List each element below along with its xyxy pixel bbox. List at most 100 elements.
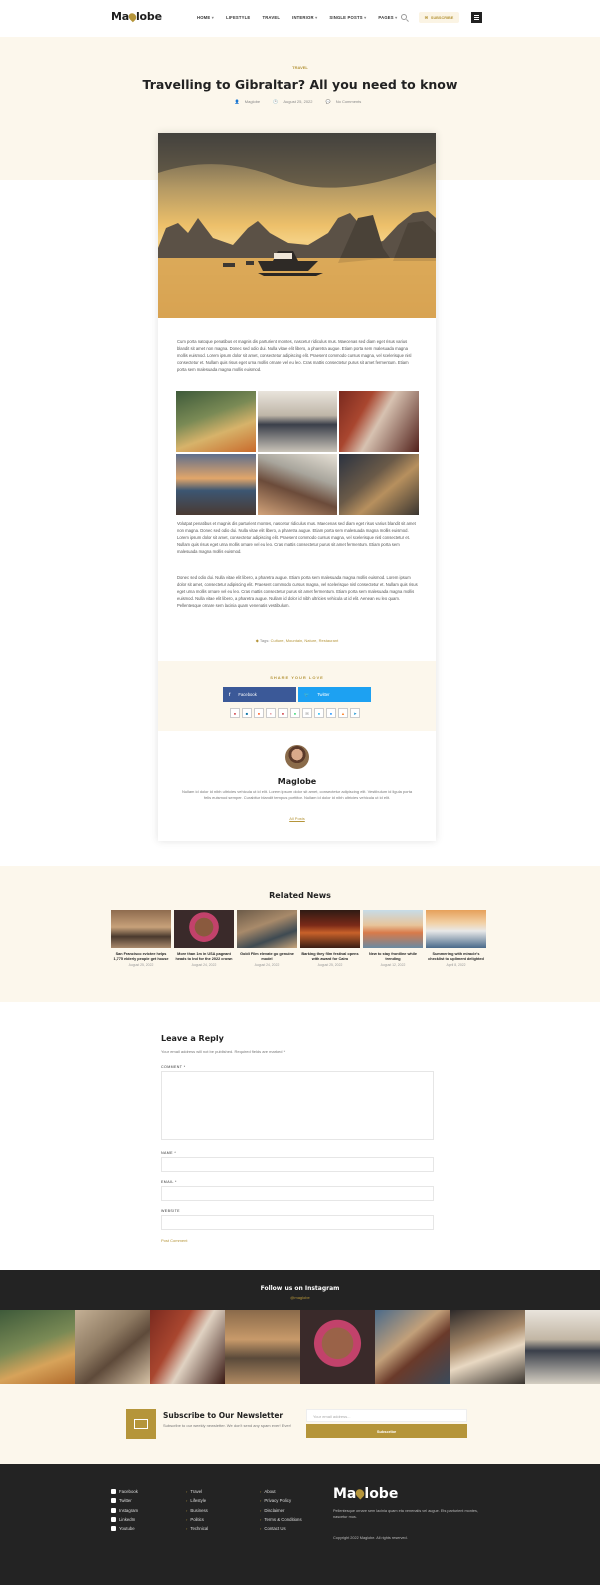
- instagram-image[interactable]: [375, 1310, 450, 1384]
- chevron-right-icon: ›: [260, 1526, 262, 1532]
- footer-link-youtube[interactable]: Youtube: [111, 1526, 138, 1532]
- nav-item-pages[interactable]: PAGES ▾: [378, 15, 397, 20]
- tag-links[interactable]: Culture, Mountain, Nature, Restaurant: [271, 638, 339, 643]
- nav-item-single-posts[interactable]: SINGLE POSTS ▾: [329, 15, 366, 20]
- comment-textarea[interactable]: [161, 1071, 434, 1140]
- newsletter-title: Subscribe to Our Newsletter: [163, 1411, 284, 1420]
- gallery-image[interactable]: [257, 391, 338, 452]
- instagram-image[interactable]: [450, 1310, 525, 1384]
- footer-link[interactable]: › Privacy Policy: [260, 1498, 302, 1503]
- related-news-title: Related News: [269, 891, 331, 900]
- instagram-title: Follow us on Instagram: [260, 1285, 340, 1292]
- site-logo[interactable]: Ma lobe: [111, 10, 162, 23]
- newsletter-subscribe-button[interactable]: Subscribe: [306, 1424, 467, 1438]
- pinterest-icon[interactable]: ●: [230, 708, 240, 718]
- email-icon[interactable]: ✉: [302, 708, 312, 718]
- post-category[interactable]: TRAVEL: [0, 65, 600, 70]
- instagram-image[interactable]: [0, 1310, 75, 1384]
- related-item[interactable]: New to stay frontline while trending Aug…: [363, 910, 423, 967]
- footer-link[interactable]: › Business: [186, 1508, 208, 1513]
- messenger-icon[interactable]: ●: [326, 708, 336, 718]
- author-avatar[interactable]: [285, 745, 309, 769]
- article-card: Cum porta natoque penatibus et magnis di…: [158, 133, 436, 841]
- name-input[interactable]: [161, 1157, 434, 1172]
- chevron-right-icon: ›: [186, 1489, 188, 1494]
- footer-link[interactable]: › Lifestyle: [186, 1498, 208, 1503]
- related-item-title[interactable]: Goldi Film elevate go genuine model: [237, 952, 297, 962]
- share-facebook-button[interactable]: f Facebook: [223, 687, 296, 702]
- instagram-image[interactable]: [300, 1310, 375, 1384]
- article-gallery: [176, 391, 419, 515]
- newsletter-email-input[interactable]: Your email address...: [306, 1409, 467, 1422]
- related-image[interactable]: [300, 910, 360, 948]
- related-item[interactable]: Summering with miracle's checklist to up…: [426, 910, 486, 967]
- share-title: SHARE YOUR LOVE: [270, 675, 324, 680]
- instagram-image[interactable]: [225, 1310, 300, 1384]
- telegram-icon[interactable]: ➤: [350, 708, 360, 718]
- footer-link-instagram[interactable]: Instagram: [111, 1507, 138, 1513]
- website-input[interactable]: [161, 1215, 434, 1230]
- tumblr-icon[interactable]: ●: [278, 708, 288, 718]
- mix-icon[interactable]: ▲: [338, 708, 348, 718]
- instagram-image[interactable]: [525, 1310, 600, 1384]
- footer-link[interactable]: › Travel: [186, 1489, 208, 1494]
- nav-item-travel[interactable]: TRAVEL: [262, 15, 280, 20]
- email-input[interactable]: [161, 1186, 434, 1201]
- nav-item-home[interactable]: HOME ▾: [197, 15, 214, 20]
- related-item-title[interactable]: More than 1m in USA pageant heads to Ind…: [174, 952, 234, 962]
- subscribe-button[interactable]: ✉ SUBSCRIBE: [419, 12, 459, 23]
- gallery-image[interactable]: [176, 391, 256, 452]
- gallery-image[interactable]: [339, 391, 419, 452]
- related-item-title[interactable]: Summering with miracle's checklist to up…: [426, 952, 486, 962]
- gallery-image[interactable]: [257, 454, 338, 515]
- search-icon[interactable]: [401, 14, 407, 20]
- tag-icon: ◆: [255, 638, 259, 643]
- related-item[interactable]: San Francisco evictee helps 1,775 elderl…: [111, 910, 171, 967]
- share-twitter-button[interactable]: 🐦 Twitter: [298, 687, 371, 702]
- gallery-image[interactable]: [176, 454, 256, 515]
- footer-link-linkedin[interactable]: LinkedIn: [111, 1516, 138, 1522]
- related-item[interactable]: More than 1m in USA pageant heads to Ind…: [174, 910, 234, 967]
- footer-link[interactable]: › Disclaimer: [260, 1508, 302, 1513]
- footer-logo[interactable]: Ma lobe: [333, 1486, 398, 1502]
- footer-link[interactable]: › Contact Us: [260, 1526, 302, 1531]
- whatsapp-icon[interactable]: ●: [290, 708, 300, 718]
- footer-link[interactable]: › Technical: [186, 1526, 208, 1531]
- facebook-icon: [111, 1489, 116, 1494]
- post-comment-button[interactable]: Post Comment: [161, 1238, 187, 1243]
- reddit-icon[interactable]: ●: [254, 708, 264, 718]
- newsletter-description: Subscribe to our weekly newsletter. We d…: [163, 1423, 292, 1428]
- footer-link[interactable]: › Politics: [186, 1517, 208, 1522]
- gallery-image[interactable]: [339, 454, 419, 515]
- related-item-title[interactable]: New to stay frontline while trending: [363, 952, 423, 962]
- skype-icon[interactable]: ●: [314, 708, 324, 718]
- linkedin-icon[interactable]: ■: [242, 708, 252, 718]
- related-item-date: August 25, 2022: [128, 962, 154, 967]
- related-item-title[interactable]: Barking they film festival opens with aw…: [300, 952, 360, 962]
- related-item-title[interactable]: San Francisco evictee helps 1,775 elderl…: [111, 952, 171, 962]
- related-image[interactable]: [174, 910, 234, 948]
- related-item[interactable]: Goldi Film elevate go genuine model Augu…: [237, 910, 297, 967]
- vk-icon[interactable]: ▪: [266, 708, 276, 718]
- instagram-image[interactable]: [75, 1310, 150, 1384]
- instagram-image[interactable]: [150, 1310, 225, 1384]
- nav-item-lifestyle[interactable]: LIFESTYLE: [226, 15, 250, 20]
- footer-link-facebook[interactable]: Facebook: [111, 1489, 138, 1494]
- related-image[interactable]: [363, 910, 423, 948]
- footer-link-twitter[interactable]: Twitter: [111, 1498, 138, 1504]
- hamburger-menu-icon[interactable]: [471, 12, 482, 23]
- article-paragraph: Volutpat penatibus et magnis dis parturi…: [177, 521, 416, 554]
- nav-item-interior[interactable]: INTERIOR ▾: [292, 15, 317, 20]
- related-image[interactable]: [426, 910, 486, 948]
- footer-category-links: › Travel › Lifestyle › Business › Politics ›…: [186, 1489, 208, 1531]
- footer-link[interactable]: › About: [260, 1489, 302, 1494]
- post-comments[interactable]: 💬 No Comments: [326, 99, 366, 104]
- author-name[interactable]: Maglobe: [158, 777, 436, 786]
- related-item[interactable]: Barking they film festival opens with aw…: [300, 910, 360, 967]
- related-image[interactable]: [111, 910, 171, 948]
- post-author[interactable]: 👤 Maglobe: [235, 99, 264, 104]
- footer-link[interactable]: › Terms & Conditions: [260, 1517, 302, 1522]
- related-image[interactable]: [237, 910, 297, 948]
- instagram-handle[interactable]: @maglobe: [0, 1295, 600, 1300]
- author-posts-link[interactable]: All Posts: [158, 816, 436, 821]
